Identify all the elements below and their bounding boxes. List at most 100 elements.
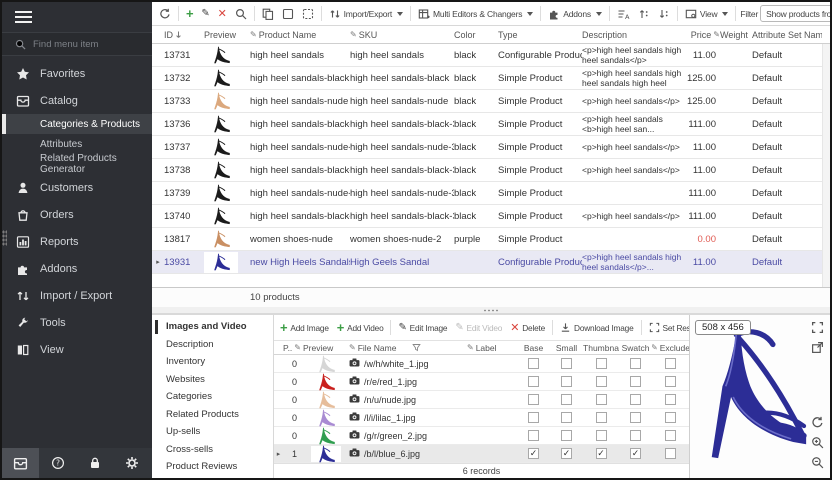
sidebar-search-input[interactable]: Find menu item — [2, 32, 152, 56]
sidebar-item-reports[interactable]: Reports — [2, 228, 152, 255]
search-button[interactable] — [232, 6, 250, 22]
header-id[interactable]: ID — [164, 30, 204, 40]
lock-button[interactable] — [76, 448, 113, 478]
table-row[interactable]: ▸13931new High Heels SandalsHigh Geels S… — [152, 251, 822, 274]
add-product-button[interactable]: + — [183, 7, 196, 21]
exclude-checkbox[interactable] — [665, 430, 676, 441]
table-row[interactable]: 13731high heel sandalshigh heel sandalsb… — [152, 44, 822, 67]
addons-dropdown[interactable]: Addons — [545, 6, 605, 22]
thumbnail-checkbox[interactable] — [596, 412, 607, 423]
row-expander[interactable]: ▸ — [152, 258, 164, 266]
horizontal-splitter[interactable] — [152, 307, 830, 314]
header-position[interactable]: P..✎ — [283, 343, 303, 353]
image-row[interactable]: 0/n/u/nude.jpg — [274, 391, 689, 409]
add-image-button[interactable]: +Add Image — [277, 321, 332, 335]
swatch-checkbox[interactable] — [630, 394, 641, 405]
tab-categories[interactable]: Categories — [152, 388, 273, 406]
tab-description[interactable]: Description — [152, 336, 273, 354]
header-preview[interactable]: Preview — [204, 30, 250, 40]
header-exclude[interactable]: ✎Exclude — [652, 343, 689, 353]
auto-filter-button[interactable]: A — [614, 6, 633, 22]
thumbnail-checkbox[interactable] — [596, 394, 607, 405]
zoom-in-button[interactable] — [811, 436, 824, 454]
swatch-checkbox[interactable] — [630, 358, 641, 369]
sidebar-item-orders[interactable]: Orders — [2, 201, 152, 228]
tab-up-sells[interactable]: Up-sells — [152, 423, 273, 441]
sidebar-subitem-categories-products[interactable]: Categories & Products — [2, 114, 152, 134]
exclude-checkbox[interactable] — [665, 394, 676, 405]
header-label[interactable]: ✎Label — [467, 343, 517, 353]
tab-product-reviews[interactable]: Product Reviews — [152, 458, 273, 476]
tab-related-products[interactable]: Related Products — [152, 406, 273, 424]
small-checkbox[interactable] — [561, 430, 572, 441]
row-expander[interactable]: ▸ — [274, 450, 283, 458]
sidebar-item-addons[interactable]: Addons — [2, 255, 152, 282]
table-row[interactable]: 13740high heel sandals-black-38high heel… — [152, 205, 822, 228]
sidebar-subitem-related-products-generator[interactable]: Related Products Generator — [2, 154, 152, 174]
tab-inventory[interactable]: Inventory — [152, 353, 273, 371]
small-checkbox[interactable] — [561, 412, 572, 423]
exclude-checkbox[interactable] — [665, 412, 676, 423]
image-row[interactable]: 0/r/e/red_1.jpg — [274, 373, 689, 391]
exclude-checkbox[interactable] — [665, 448, 676, 459]
sidebar-item-view[interactable]: View — [2, 336, 152, 363]
header-small[interactable]: Small — [550, 343, 583, 353]
vertical-scrollbar[interactable] — [822, 44, 830, 287]
thumbnail-checkbox[interactable]: ✓ — [596, 448, 607, 459]
delete-image-button[interactable]: ✕Delete — [507, 321, 548, 335]
table-row[interactable]: 13732high heel sandals-blackhigh heel sa… — [152, 67, 822, 90]
swatch-checkbox[interactable] — [630, 412, 641, 423]
refresh-button[interactable] — [156, 6, 174, 22]
fullscreen-button[interactable] — [811, 321, 824, 339]
image-row[interactable]: 0/g/r/green_2.jpg — [274, 427, 689, 445]
import-export-dropdown[interactable]: Import/Export — [326, 6, 406, 22]
header-type[interactable]: Type — [498, 30, 582, 40]
base-checkbox[interactable] — [528, 394, 539, 405]
category-filter-select[interactable]: Show products from selected categories — [760, 5, 830, 22]
multi-editors-dropdown[interactable]: Multi Editors & Changers — [415, 6, 536, 22]
small-checkbox[interactable] — [561, 394, 572, 405]
small-checkbox[interactable] — [561, 376, 572, 387]
sidebar-item-favorites[interactable]: Favorites — [2, 60, 152, 87]
swatch-checkbox[interactable] — [630, 376, 641, 387]
table-row[interactable]: 13737high heel sandals-nude-36high heel … — [152, 136, 822, 159]
header-sku[interactable]: ✎SKU — [350, 30, 454, 40]
view-dropdown[interactable]: View — [682, 6, 731, 22]
header-base[interactable]: Base — [517, 343, 550, 353]
help-button[interactable]: ? — [39, 448, 76, 478]
header-color[interactable]: Color — [454, 30, 498, 40]
table-row[interactable]: 13736high heel sandals-black-36high heel… — [152, 113, 822, 136]
thumbnail-checkbox[interactable] — [596, 376, 607, 387]
sidebar-item-catalog[interactable]: Catalog — [2, 87, 152, 114]
tab-cross-sells[interactable]: Cross-sells — [152, 441, 273, 459]
rotate-button[interactable] — [811, 416, 824, 434]
header-weight[interactable]: Weight — [720, 30, 752, 40]
header-file-name[interactable]: ✎File Name — [349, 343, 467, 353]
duplicate-button[interactable] — [259, 6, 277, 22]
sidebar-item-customers[interactable]: Customers — [2, 174, 152, 201]
catalog-shortcut-button[interactable] — [2, 448, 39, 478]
base-checkbox[interactable] — [528, 412, 539, 423]
edit-product-button[interactable]: ✎ — [198, 6, 212, 21]
zoom-out-button[interactable] — [811, 456, 824, 474]
image-row[interactable]: ▸1/b/l/blue_6.jpg✓✓✓✓ — [274, 445, 689, 463]
table-row[interactable]: 13738high heel sandals-black-37high heel… — [152, 159, 822, 182]
header-product-name[interactable]: ✎Product Name — [250, 30, 350, 40]
tab-websites[interactable]: Websites — [152, 371, 273, 389]
header-thumbnail[interactable]: Thumbna — [583, 343, 619, 353]
base-checkbox[interactable] — [528, 430, 539, 441]
header-price[interactable]: Price✎ — [682, 30, 720, 40]
header-preview[interactable]: Preview — [303, 343, 349, 353]
tab-images-and-video[interactable]: Images and Video — [152, 318, 273, 336]
thumbnail-checkbox[interactable] — [596, 358, 607, 369]
small-checkbox[interactable]: ✓ — [561, 448, 572, 459]
set-resize-rule-button[interactable]: Set Resize Rule — [646, 320, 689, 335]
swatch-checkbox[interactable]: ✓ — [630, 448, 641, 459]
exclude-checkbox[interactable] — [665, 376, 676, 387]
edit-image-button[interactable]: ✎Edit Image — [395, 320, 450, 335]
base-checkbox[interactable] — [528, 376, 539, 387]
table-row[interactable]: 13817women shoes-nudewomen shoes-nude-2p… — [152, 228, 822, 251]
exclude-checkbox[interactable] — [665, 358, 676, 369]
thumbnail-checkbox[interactable] — [596, 430, 607, 441]
base-checkbox[interactable] — [528, 358, 539, 369]
